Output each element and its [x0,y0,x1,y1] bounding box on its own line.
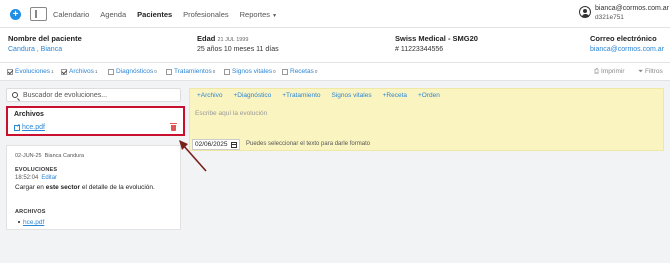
evolution-files-label: ARCHIVOS [15,209,46,215]
patient-insurance-block: Swiss Medical - SMG20 # 11223344556 [395,34,478,53]
nav-pacientes[interactable]: Pacientes [137,10,172,19]
filters-label: Filtros [645,68,663,75]
insurance-label: Swiss Medical - SMG20 [395,34,478,43]
evolutions-section-label: EVOLUCIONES [15,167,58,173]
nav-calendario[interactable]: Calendario [53,10,89,19]
filter-recetas[interactable]: Recetas 0 [282,68,317,75]
add-orden-button[interactable]: +Orden [418,92,440,99]
patient-age-block: Edad 21 JUL 1999 25 años 10 meses 11 día… [197,34,279,53]
editor-placeholder[interactable]: Escribe aquí la evolución [195,110,267,117]
nav-agenda[interactable]: Agenda [100,10,126,19]
print-label: Imprimir [601,68,625,75]
editor-toolbar: +Archivo +Diagnóstico +Tratamiento Signo… [197,92,440,99]
calendar-icon[interactable] [231,142,237,148]
filter-count: 1 [94,69,98,74]
checkbox-icon[interactable] [166,68,172,75]
search-icon [12,92,18,98]
add-receta-button[interactable]: +Receta [383,92,407,99]
filters-button[interactable]: ⏷ Filtros [638,68,663,76]
nav-profesionales[interactable]: Profesionales [183,10,228,19]
printer-icon: ⎙ [594,68,600,75]
checkbox-icon[interactable] [108,68,114,75]
bullet-icon [18,221,20,223]
patient-email-block: Correo electrónico bianca@cormos.com.ar [590,34,664,53]
filter-signos-vitales[interactable]: Signos vitales 0 [224,68,276,75]
format-hint: Puedes seleccionar el texto para darle f… [246,141,371,147]
top-navbar: + Calendario Agenda Pacientes Profesiona… [0,0,670,28]
checkbox-checked-icon[interactable] [61,68,67,75]
signos-vitales-button[interactable]: Signos vitales [332,92,372,99]
checkbox-checked-icon[interactable] [7,68,13,75]
add-tratamiento-button[interactable]: +Tratamiento [282,92,320,99]
add-diagnostico-button[interactable]: +Diagnóstico [233,92,271,99]
evolution-card: 02-JUN-25 Bianca Candura EVOLUCIONES 18:… [6,145,181,230]
birth-date: 21 JUL 1999 [217,37,249,43]
search-placeholder: Buscador de evoluciones... [23,92,108,99]
evolution-editor[interactable]: +Archivo +Diagnóstico +Tratamiento Signo… [189,88,664,151]
filter-label: Recetas [290,68,314,75]
filter-count: 0 [212,69,216,74]
evolution-time: 18:52:04 [15,175,39,181]
age-label: Edad [197,34,216,43]
archivos-panel-highlighted: Archivos hce.pdf [6,106,185,136]
filter-label: Evoluciones [15,68,51,75]
checkbox-icon[interactable] [224,68,230,75]
add-archivo-button[interactable]: +Archivo [197,92,222,99]
filter-count: 0 [314,69,318,74]
filter-archivos[interactable]: Archivos 1 [61,68,97,75]
external-link-icon [14,123,20,131]
age-label-row: Edad 21 JUL 1999 [197,34,279,43]
evolution-author: Bianca Candura [44,153,85,159]
evolution-body: Cargar en este sector el detalle de la e… [15,184,155,191]
body-text-end: el detalle de la evolución. [80,184,155,191]
evolution-search-input[interactable]: Buscador de evoluciones... [6,88,181,102]
file-link[interactable]: hce.pdf [22,124,45,131]
main-nav: Calendario Agenda Pacientes Profesionale… [53,10,277,19]
filter-label: Archivos [69,68,94,75]
body-text: Cargar en [15,184,46,191]
main-content: Buscador de evoluciones... Archivos hce.… [0,81,670,263]
sidebar-toggle-icon[interactable] [30,7,47,21]
filter-tratamientos[interactable]: Tratamientos 0 [166,68,215,75]
print-button[interactable]: ⎙ Imprimir [594,68,624,76]
nav-reportes[interactable]: Reportes ▼ [240,10,277,19]
user-id: d321e751 [595,14,624,21]
filter-count: 0 [154,69,157,74]
edit-link[interactable]: Editar [41,175,57,181]
patient-name-label: Nombre del paciente [8,34,82,43]
patient-email-link[interactable]: bianca@cormos.com.ar [590,46,664,53]
patient-name-block: Nombre del paciente Candura , Bianca [8,34,82,53]
filters-bar: Evoluciones 1 Archivos 1 Diagnósticos 0 Tra… [0,63,670,81]
filter-evoluciones[interactable]: Evoluciones 1 [7,68,54,75]
body-bold: este sector [45,184,81,191]
date-input[interactable]: 02/06/2025 [192,139,240,150]
patient-header: Nombre del paciente Candura , Bianca Eda… [0,28,670,63]
filter-label: Tratamientos [174,68,212,75]
filter-label: Signos vitales [232,68,273,75]
insurance-number: # 11223344556 [395,46,444,53]
caret-down-icon: ▼ [272,13,278,19]
add-button[interactable]: + [10,9,21,20]
file-row: hce.pdf [14,123,45,131]
evolution-meta: 02-JUN-25 Bianca Candura [15,153,84,159]
user-email: bianca@cormos.com.ar [595,5,670,12]
checkbox-icon[interactable] [282,68,288,75]
trash-icon[interactable] [170,123,177,131]
nav-reportes-label: Reportes [239,10,271,19]
filter-count: 0 [273,69,276,74]
filter-funnel-icon: ⏷ [638,68,644,75]
user-avatar-icon[interactable] [579,6,591,18]
patient-age-value: 25 años 10 meses 11 días [197,46,279,53]
evolution-file-link[interactable]: hce.pdf [23,219,44,226]
evolution-date: 02-JUN-25 [15,153,42,159]
filter-count: 1 [51,69,54,74]
evolution-time-row: 18:52:04 Editar [15,175,57,181]
filter-label: Diagnósticos [116,68,154,75]
archivos-title: Archivos [14,111,44,118]
patient-name-link[interactable]: Candura , Bianca [8,46,82,53]
date-value: 02/06/2025 [195,141,228,148]
filter-diagnosticos[interactable]: Diagnósticos 0 [108,68,157,75]
email-label: Correo electrónico [590,34,657,43]
